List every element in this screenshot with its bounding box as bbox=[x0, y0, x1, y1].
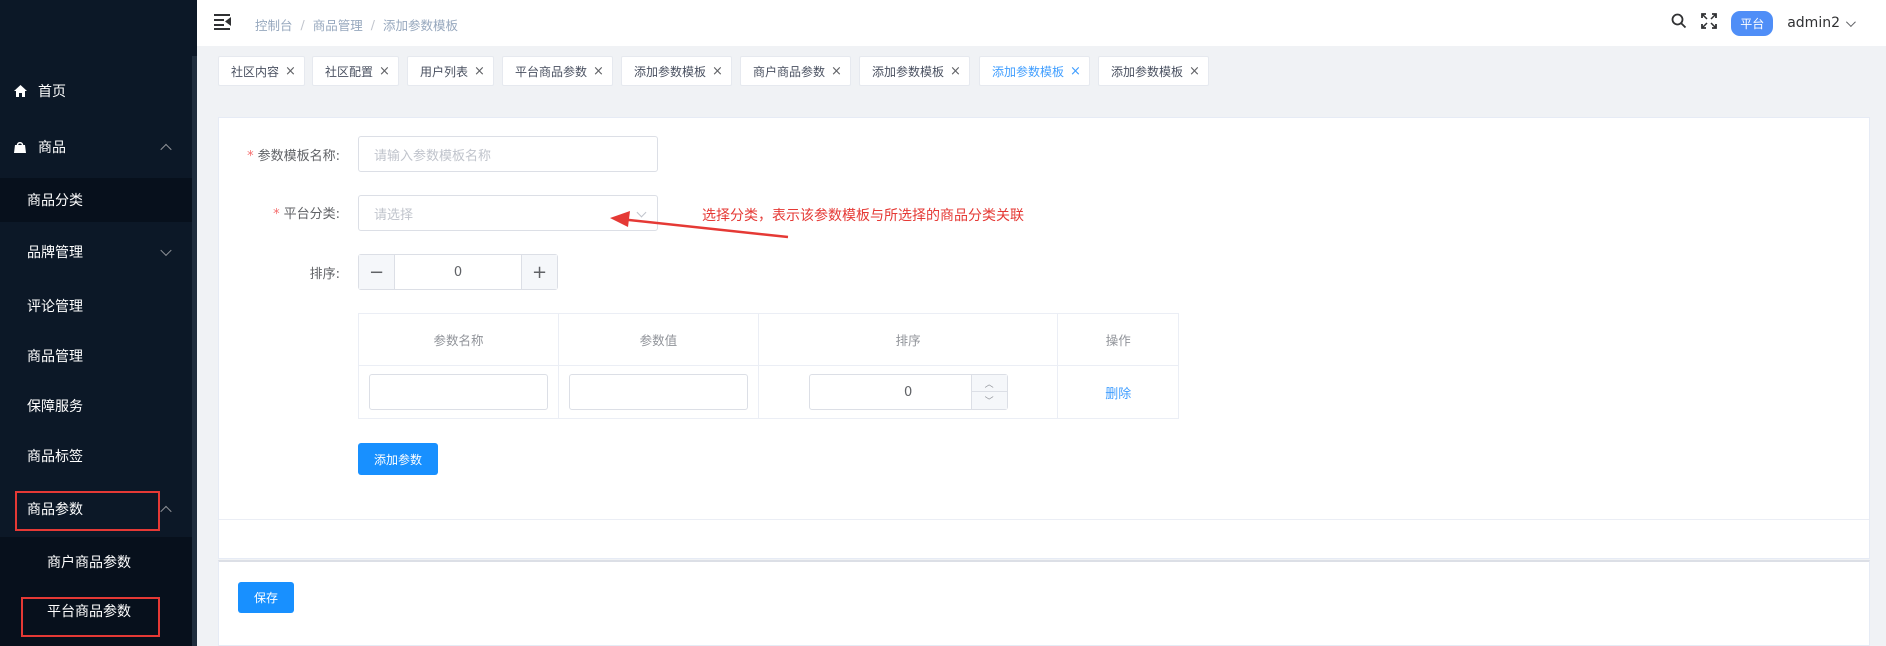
sidebar-item-home[interactable]: 首页 bbox=[0, 66, 192, 116]
sidebar-item-review[interactable]: 评论管理 bbox=[0, 281, 192, 331]
breadcrumb: 控制台 / 商品管理 / 添加参数模板 bbox=[255, 15, 458, 34]
tag-label: 社区配置 bbox=[325, 64, 374, 79]
template-name-input[interactable]: 请输入参数模板名称 bbox=[358, 136, 658, 172]
tag-label: 社区内容 bbox=[231, 64, 280, 79]
placeholder-text: 请选择 bbox=[374, 207, 414, 223]
tag-label: 添加参数模板 bbox=[634, 64, 707, 79]
close-icon[interactable]: × bbox=[712, 65, 723, 78]
breadcrumb-item[interactable]: 商品管理 bbox=[313, 15, 363, 34]
chevron-up-icon bbox=[160, 505, 172, 518]
sidebar-scrollbar[interactable] bbox=[192, 56, 197, 646]
sidebar-item-label: 商品管理 bbox=[27, 349, 83, 365]
sidebar-item-params[interactable]: 商品参数 bbox=[0, 484, 192, 534]
delete-link[interactable]: 删除 bbox=[1105, 387, 1131, 402]
sidebar: 首页 商品 商品分类 品牌管理 评论管理 商品管理 保障服务 商品标签 商品参数… bbox=[0, 0, 197, 646]
category-label: * 平台分类: bbox=[273, 207, 340, 222]
sidebar-item-goods-manage[interactable]: 商品管理 bbox=[0, 331, 192, 381]
decrease-button[interactable]: − bbox=[359, 255, 395, 289]
sidebar-item-label: 首页 bbox=[38, 84, 66, 100]
name-label: * 参数模板名称: bbox=[247, 149, 340, 164]
close-icon[interactable]: × bbox=[593, 65, 604, 78]
param-sort-input[interactable]: 0 ︿ ﹀ bbox=[808, 374, 1008, 410]
sort-stepper[interactable]: − 0 + bbox=[358, 254, 558, 290]
sidebar-item-label: 平台商品参数 bbox=[47, 604, 131, 620]
home-icon bbox=[12, 83, 28, 99]
table-header: 参数名称 bbox=[358, 313, 559, 366]
sidebar-item-label: 商品标签 bbox=[27, 449, 83, 465]
tag-view-item[interactable]: 添加参数模板 × bbox=[859, 56, 970, 86]
top-header: 控制台 / 商品管理 / 添加参数模板 平台 admin2 bbox=[197, 0, 1886, 46]
sidebar-item-label: 保障服务 bbox=[27, 399, 83, 415]
sidebar-item-platform-params[interactable]: 平台商品参数 bbox=[0, 586, 192, 636]
sidebar-item-label: 商品分类 bbox=[27, 193, 83, 209]
sort-label: 排序: bbox=[309, 267, 340, 282]
table-row: 0 ︿ ﹀ 删除 bbox=[358, 365, 1179, 419]
increase-arrow-icon[interactable]: ︿ bbox=[971, 375, 1007, 392]
menu-toggle-icon[interactable] bbox=[214, 14, 232, 30]
add-param-button[interactable]: 添加参数 bbox=[358, 443, 438, 475]
param-value-input[interactable] bbox=[568, 374, 748, 410]
param-sort-value: 0 bbox=[903, 384, 913, 400]
params-table: 参数名称 参数值 排序 操作 0 ︿ ﹀ 删除 bbox=[358, 313, 1179, 419]
user-dropdown[interactable]: admin2 bbox=[1787, 15, 1856, 31]
platform-badge: 平台 bbox=[1731, 10, 1774, 36]
chevron-up-icon bbox=[160, 143, 172, 156]
tag-view-item[interactable]: 商户商品参数 × bbox=[740, 56, 851, 86]
tag-view-item[interactable]: 社区内容 × bbox=[218, 56, 305, 86]
annotation-text: 选择分类，表示该参数模板与所选择的商品分类关联 bbox=[702, 208, 1024, 224]
tag-view-item[interactable]: 平台商品参数 × bbox=[502, 56, 613, 86]
close-icon[interactable]: × bbox=[379, 65, 390, 78]
header-actions: 平台 admin2 bbox=[1671, 8, 1856, 38]
tag-label: 平台商品参数 bbox=[515, 64, 588, 79]
tags-view: 社区内容 × 社区配置 × 用户列表 × 平台商品参数 × 添加参数模板 × 商户商品参数… bbox=[197, 46, 1886, 96]
tag-view-item[interactable]: 添加参数模板 × bbox=[621, 56, 732, 86]
sidebar-item-guarantee[interactable]: 保障服务 bbox=[0, 381, 192, 431]
sidebar-item-label: 商户商品参数 bbox=[47, 555, 131, 571]
sidebar-item-label: 商品参数 bbox=[27, 502, 83, 518]
sort-value[interactable]: 0 bbox=[395, 255, 521, 289]
close-icon[interactable]: × bbox=[1070, 65, 1081, 78]
breadcrumb-item[interactable]: 控制台 bbox=[255, 15, 293, 34]
sidebar-item-label: 评论管理 bbox=[27, 299, 83, 315]
tag-view-item-active[interactable]: 添加参数模板 × bbox=[979, 56, 1090, 86]
save-button[interactable]: 保存 bbox=[238, 582, 294, 613]
sidebar-item-goods[interactable]: 商品 bbox=[0, 122, 192, 172]
sidebar-item-label: 品牌管理 bbox=[27, 245, 83, 261]
tag-label: 添加参数模板 bbox=[1111, 64, 1184, 79]
close-icon[interactable]: × bbox=[950, 65, 961, 78]
tag-label: 添加参数模板 bbox=[872, 64, 945, 79]
username: admin2 bbox=[1787, 15, 1840, 31]
shopping-bag-icon bbox=[12, 139, 28, 155]
breadcrumb-item: 添加参数模板 bbox=[382, 18, 458, 33]
sidebar-item-brand[interactable]: 品牌管理 bbox=[0, 227, 192, 277]
sidebar-item-label: 商品 bbox=[38, 140, 66, 156]
table-header: 操作 bbox=[1057, 313, 1179, 366]
search-icon[interactable] bbox=[1671, 13, 1687, 33]
close-icon[interactable]: × bbox=[474, 65, 485, 78]
table-header: 排序 bbox=[757, 313, 1059, 366]
tag-view-item[interactable]: 用户列表 × bbox=[407, 56, 494, 86]
tag-view-item[interactable]: 社区配置 × bbox=[312, 56, 399, 86]
table-header: 参数值 bbox=[557, 313, 759, 366]
sidebar-item-category[interactable]: 商品分类 bbox=[0, 175, 192, 225]
tag-label: 添加参数模板 bbox=[992, 64, 1065, 79]
tag-view-item[interactable]: 添加参数模板 × bbox=[1098, 56, 1209, 86]
card-divider bbox=[219, 519, 1869, 520]
sidebar-item-tag[interactable]: 商品标签 bbox=[0, 431, 192, 481]
placeholder-text: 请输入参数模板名称 bbox=[374, 148, 492, 164]
param-name-input[interactable] bbox=[368, 374, 548, 410]
tag-label: 用户列表 bbox=[420, 64, 469, 79]
footer-card bbox=[218, 560, 1870, 646]
chevron-down-icon bbox=[160, 244, 172, 257]
fullscreen-icon[interactable] bbox=[1701, 13, 1718, 33]
close-icon[interactable]: × bbox=[285, 65, 296, 78]
decrease-arrow-icon[interactable]: ﹀ bbox=[972, 392, 1007, 409]
close-icon[interactable]: × bbox=[1189, 65, 1200, 78]
close-icon[interactable]: × bbox=[831, 65, 842, 78]
increase-button[interactable]: + bbox=[521, 255, 557, 289]
tag-label: 商户商品参数 bbox=[753, 64, 826, 79]
sidebar-item-merchant-params[interactable]: 商户商品参数 bbox=[0, 537, 192, 587]
chevron-down-icon bbox=[1845, 16, 1856, 27]
